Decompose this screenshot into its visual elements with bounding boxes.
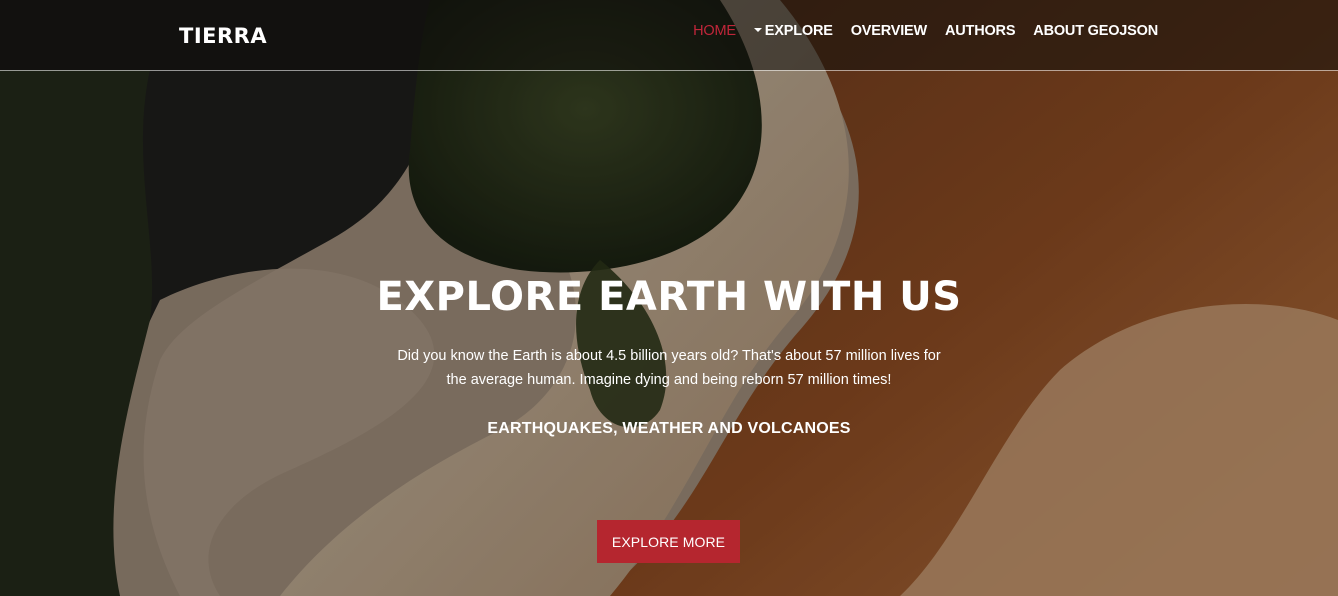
nav-explore-link[interactable]: EXPLORE [753,23,833,39]
nav-explore-label: EXPLORE [764,23,833,39]
nav-item-explore[interactable]: EXPLORE [753,23,833,39]
nav-item-authors[interactable]: AUTHORS [945,23,1015,39]
hero-description: Did you know the Earth is about 4.5 bill… [397,348,941,388]
nav-item-about[interactable]: ABOUT GEOJSON [1033,23,1158,39]
main-nav: HOME EXPLORE OVERVIEW AUTHORS ABOUT GEOJ… [675,23,1158,39]
top-navbar: TIERRA HOME EXPLORE OVERVIEW AUTHORS ABO… [0,0,1338,71]
nav-about-link[interactable]: ABOUT GEOJSON [1033,23,1158,39]
nav-item-home[interactable]: HOME [693,23,736,39]
brand-logo[interactable]: TIERRA [179,24,267,48]
nav-authors-link[interactable]: AUTHORS [945,23,1015,39]
nav-item-overview[interactable]: OVERVIEW [851,23,927,39]
hero-subtitle: EARTHQUAKES, WEATHER AND VOLCANOES [487,420,851,437]
caret-down-icon [753,28,762,33]
nav-home-link[interactable]: HOME [693,23,736,39]
explore-more-button[interactable]: EXPLORE MORE [597,520,740,563]
hero-headline: EXPLORE EARTH WITH US [376,274,962,320]
hero-section: TIERRA HOME EXPLORE OVERVIEW AUTHORS ABO… [0,0,1338,596]
nav-overview-link[interactable]: OVERVIEW [851,23,927,39]
